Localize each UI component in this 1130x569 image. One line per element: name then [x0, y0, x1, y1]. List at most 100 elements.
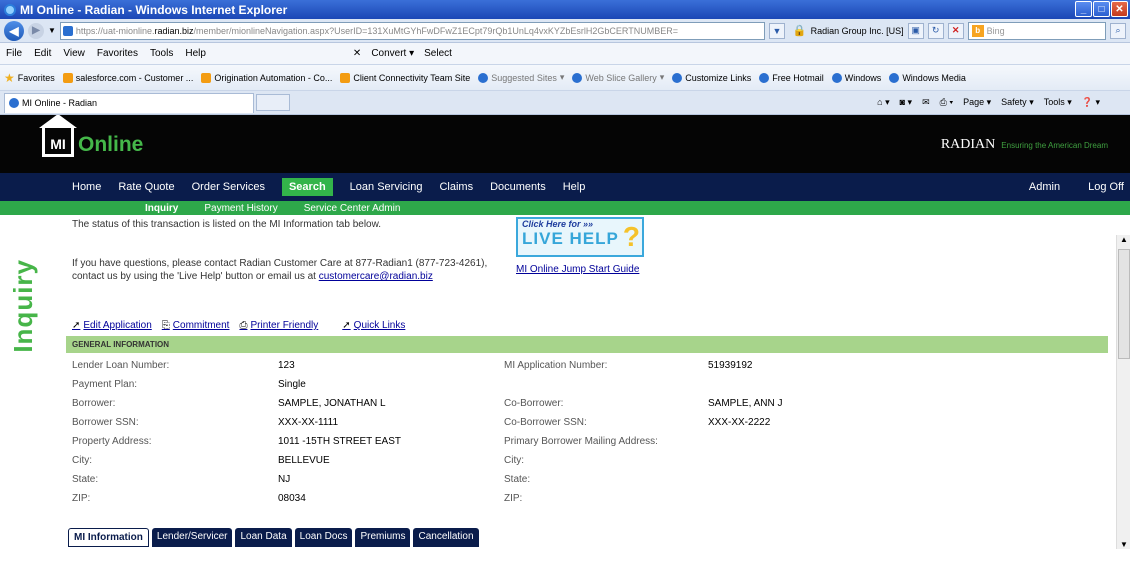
- info-label: Borrower:: [72, 398, 116, 409]
- tools-menu[interactable]: Tools ▾: [1044, 97, 1072, 108]
- printer-friendly-link[interactable]: ⎙ Printer Friendly: [239, 320, 318, 331]
- info-value: 51939192: [708, 360, 753, 371]
- stop-icon[interactable]: ✕: [947, 22, 964, 39]
- certificate-name[interactable]: Radian Group Inc. [US]: [811, 26, 904, 36]
- nav-rate-quote[interactable]: Rate Quote: [118, 181, 174, 193]
- fav-item-client-connectivity[interactable]: Client Connectivity Team Site: [340, 72, 470, 83]
- close-button[interactable]: ✕: [1111, 1, 1128, 17]
- quick-links-link[interactable]: ➚ Quick Links: [342, 320, 405, 331]
- feeds-icon[interactable]: ◙ ▾: [900, 97, 912, 108]
- mi-online-logo[interactable]: MI Online: [39, 115, 143, 157]
- tab-bar: MI Online - Radian ⌂ ▾ ◙ ▾ ✉ ⎙ ▾ Page ▾ …: [0, 91, 1130, 115]
- fav-item-windows-media[interactable]: Windows Media: [889, 72, 966, 83]
- menu-bar: File Edit View Favorites Tools Help ✕ Co…: [0, 43, 1130, 65]
- status-text: The status of this transaction is listed…: [72, 219, 382, 230]
- fav-item-customize[interactable]: Customize Links: [672, 72, 751, 83]
- browser-tab[interactable]: MI Online - Radian: [4, 92, 254, 113]
- mail-icon[interactable]: ✉: [922, 97, 930, 108]
- fav-item-windows[interactable]: Windows: [831, 72, 881, 83]
- help-icon[interactable]: ❓ ▾: [1082, 97, 1100, 108]
- url-field[interactable]: https://uat-mionline. radian.biz/member/m…: [59, 21, 765, 40]
- tab-loan-docs[interactable]: Loan Docs: [294, 528, 353, 547]
- info-label: City:: [72, 455, 92, 466]
- menu-edit[interactable]: Edit: [34, 48, 51, 59]
- site-icon: [340, 72, 351, 83]
- refresh-icon[interactable]: ↻: [927, 22, 944, 39]
- tab-lender-servicer[interactable]: Lender/Servicer: [151, 528, 233, 547]
- window-title: MI Online - Radian - Windows Internet Ex…: [20, 2, 288, 17]
- address-bar: ◀ ▶ ▼ https://uat-mionline. radian.biz/me…: [0, 19, 1130, 43]
- close-toolbar-icon[interactable]: ✕: [353, 48, 361, 59]
- forward-button[interactable]: ▶: [28, 22, 44, 39]
- live-help-button[interactable]: Click Here for »» LIVE HELP ?: [516, 217, 644, 257]
- info-label: ZIP:: [504, 493, 523, 504]
- subnav-payment-history[interactable]: Payment History: [204, 203, 277, 214]
- info-label: Borrower SSN:: [72, 417, 139, 428]
- minimize-button[interactable]: _: [1075, 1, 1092, 17]
- fav-item-suggested[interactable]: Suggested Sites ▾: [478, 72, 564, 83]
- house-icon: MI: [39, 115, 77, 157]
- nav-loan-servicing[interactable]: Loan Servicing: [350, 181, 423, 193]
- scroll-up-icon[interactable]: ▲: [1117, 235, 1130, 244]
- maximize-button[interactable]: □: [1093, 1, 1110, 17]
- favorites-button[interactable]: ★ Favorites: [4, 71, 55, 85]
- select-button[interactable]: Select: [424, 48, 452, 59]
- menu-tools[interactable]: Tools: [150, 48, 173, 59]
- nav-claims[interactable]: Claims: [439, 181, 473, 193]
- sub-nav: Inquiry Payment History Service Center A…: [0, 201, 1130, 215]
- site-icon: [62, 72, 73, 83]
- back-button[interactable]: ◀: [4, 20, 24, 41]
- fav-item-hotmail[interactable]: Free Hotmail: [759, 72, 824, 83]
- nav-home[interactable]: Home: [72, 181, 101, 193]
- commitment-link[interactable]: ⎘ Commitment: [162, 320, 230, 331]
- convert-button[interactable]: Convert ▾: [371, 48, 414, 59]
- contact-text: If you have questions, please contact Ra…: [72, 258, 488, 282]
- url-dropdown-button[interactable]: ▼: [768, 22, 785, 39]
- nav-search[interactable]: Search: [281, 178, 333, 196]
- search-icon[interactable]: ⌕: [1110, 22, 1126, 39]
- ie-icon: [831, 72, 842, 83]
- nav-admin[interactable]: Admin: [1029, 181, 1060, 193]
- page-scrollbar[interactable]: ▲ ▼: [1116, 235, 1130, 549]
- fav-item-webslice[interactable]: Web Slice Gallery ▾: [572, 72, 664, 83]
- edit-application-link[interactable]: ➚ Edit Application: [72, 320, 152, 331]
- history-dropdown-icon[interactable]: ▼: [48, 26, 56, 35]
- tab-loan-data[interactable]: Loan Data: [235, 528, 292, 547]
- menu-file[interactable]: File: [6, 48, 22, 59]
- fav-item-salesforce[interactable]: salesforce.com - Customer ...: [62, 72, 193, 83]
- nav-logoff[interactable]: Log Off: [1088, 181, 1124, 193]
- page-menu[interactable]: Page ▾: [963, 97, 991, 108]
- scroll-down-icon[interactable]: ▼: [1117, 540, 1130, 549]
- info-label: Primary Borrower Mailing Address:: [504, 436, 658, 447]
- tab-premiums[interactable]: Premiums: [355, 528, 411, 547]
- search-input[interactable]: b Bing: [967, 21, 1106, 40]
- home-icon[interactable]: ⌂ ▾: [877, 97, 889, 108]
- subnav-service-center-admin[interactable]: Service Center Admin: [304, 203, 401, 214]
- info-label: State:: [72, 474, 99, 485]
- email-link[interactable]: customercare@radian.biz: [319, 271, 433, 282]
- tab-cancellation[interactable]: Cancellation: [413, 528, 479, 547]
- print-icon[interactable]: ⎙ ▾: [940, 97, 953, 108]
- new-tab-button[interactable]: [256, 94, 290, 111]
- scroll-thumb[interactable]: [1118, 249, 1130, 359]
- compatibility-icon[interactable]: ▣: [907, 22, 924, 39]
- menu-favorites[interactable]: Favorites: [97, 48, 138, 59]
- info-value: 08034: [278, 493, 306, 504]
- nav-help[interactable]: Help: [563, 181, 586, 193]
- menu-help[interactable]: Help: [185, 48, 206, 59]
- info-label: Lender Loan Number:: [72, 360, 170, 371]
- safety-menu[interactable]: Safety ▾: [1001, 97, 1034, 108]
- subnav-inquiry[interactable]: Inquiry: [145, 203, 178, 214]
- jump-start-guide-link[interactable]: MI Online Jump Start Guide: [516, 264, 639, 275]
- nav-documents[interactable]: Documents: [490, 181, 546, 193]
- lock-icon[interactable]: 🔒: [793, 24, 807, 37]
- info-value: NJ: [278, 474, 291, 485]
- tab-mi-information[interactable]: MI Information: [68, 528, 149, 547]
- menu-view[interactable]: View: [63, 48, 85, 59]
- fav-item-origination[interactable]: Origination Automation - Co...: [201, 72, 332, 83]
- info-label: Property Address:: [72, 436, 152, 447]
- nav-order-services[interactable]: Order Services: [192, 181, 265, 193]
- ie-icon: [478, 72, 489, 83]
- info-value: XXX-XX-2222: [708, 417, 771, 428]
- site-icon: [201, 72, 212, 83]
